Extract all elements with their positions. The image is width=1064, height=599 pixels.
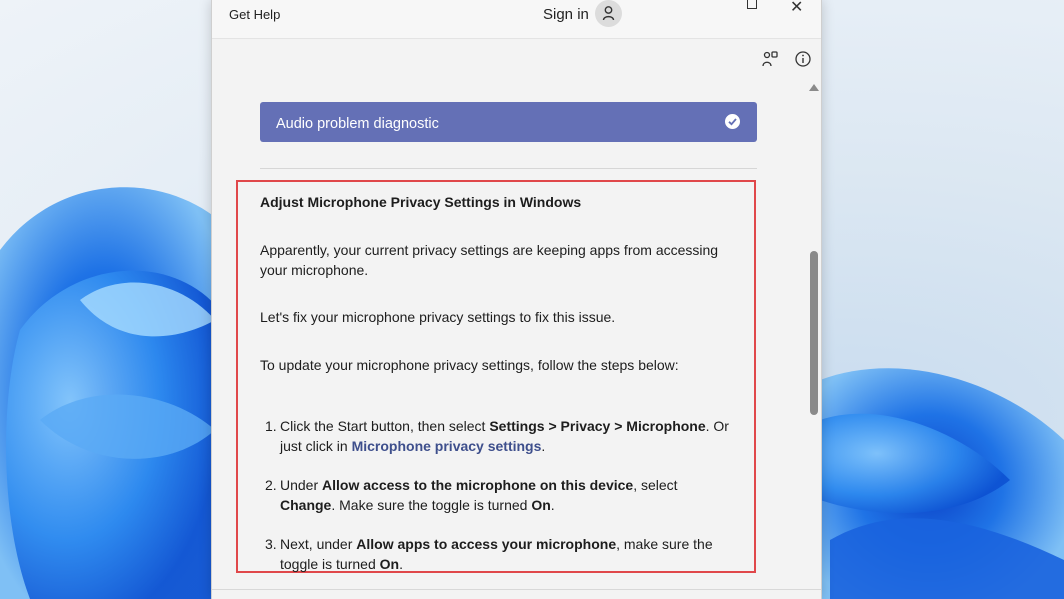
vertical-scrollbar[interactable] <box>808 84 820 589</box>
paragraph-steps-intro: To update your microphone privacy settin… <box>260 357 679 373</box>
paragraph-intro: Apparently, your current privacy setting… <box>260 242 719 278</box>
paragraph-fix: Let's fix your microphone privacy settin… <box>260 309 616 325</box>
share-icon[interactable] <box>760 50 780 70</box>
audio-diagnostic-card[interactable]: Audio problem diagnostic <box>260 102 757 142</box>
account-avatar[interactable] <box>595 0 622 27</box>
maximize-button[interactable] <box>747 0 757 9</box>
sign-in-button[interactable]: Sign in <box>543 6 589 23</box>
bottom-divider <box>212 589 821 590</box>
step-text: Next, under Allow apps to access your mi… <box>280 536 713 572</box>
person-icon <box>602 6 615 21</box>
divider <box>260 168 757 169</box>
get-help-window: Get Help Sign in ✕ Audio problem diagnos… <box>211 0 822 599</box>
scroll-thumb[interactable] <box>810 251 818 415</box>
close-button[interactable]: ✕ <box>790 0 803 17</box>
microphone-privacy-settings-link[interactable]: Microphone privacy settings <box>352 438 542 454</box>
title-bar: Get Help Sign in ✕ <box>212 0 821 39</box>
info-icon[interactable] <box>793 50 813 70</box>
scroll-up-arrow-icon[interactable] <box>809 84 819 91</box>
step-number: 3. <box>265 536 277 552</box>
checkmark-icon <box>725 114 740 129</box>
step-number: 2. <box>265 477 277 493</box>
article-heading: Adjust Microphone Privacy Settings in Wi… <box>260 194 582 210</box>
diagnostic-label: Audio problem diagnostic <box>276 116 439 132</box>
step-text: Click the Start button, then select Sett… <box>280 418 729 454</box>
step-text: Under Allow access to the microphone on … <box>280 477 678 513</box>
step-number: 1. <box>265 418 277 434</box>
app-title: Get Help <box>229 7 281 22</box>
